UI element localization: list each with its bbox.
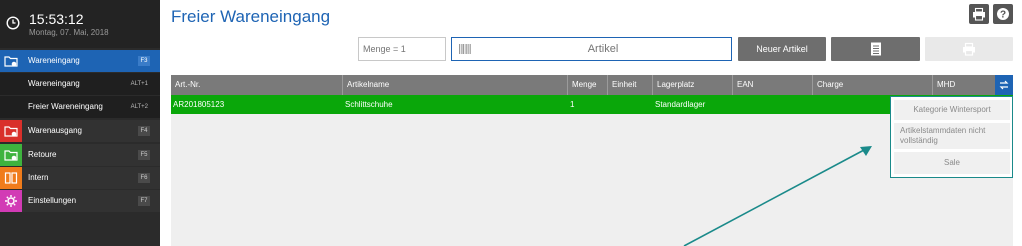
app-window: 15:53:12 Montag, 07. Mai, 2018 Wareneing… bbox=[0, 0, 1022, 246]
annotation-arrow bbox=[683, 146, 872, 246]
